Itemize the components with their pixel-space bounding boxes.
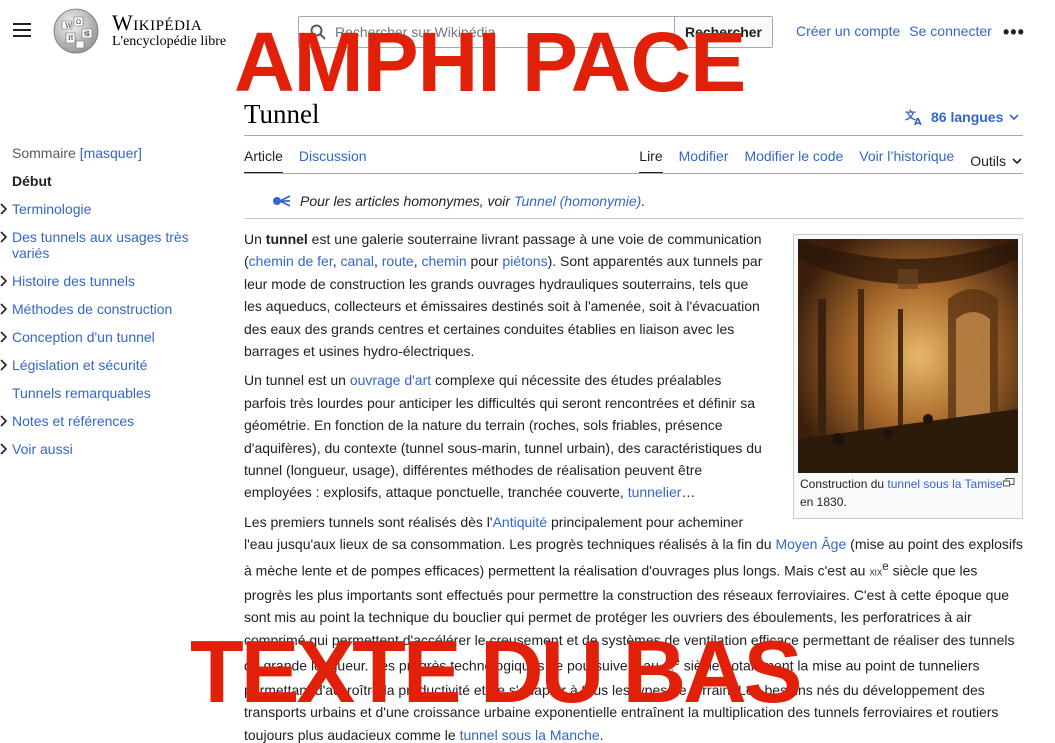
toc-hide-toggle[interactable]: [masquer] [80, 145, 142, 161]
toc-heading: Sommaire [masquer] [0, 145, 200, 161]
chevron-down-icon [1012, 158, 1022, 165]
wikipedia-globe-logo[interactable]: W Ω 維 И [52, 7, 100, 55]
view-tabs: Lire Modifier Modifier le code Voir l’hi… [639, 148, 1022, 174]
caption-suffix: en 1830. [800, 495, 847, 509]
overlay-title-text: AMPHI PACE [234, 15, 746, 109]
toc-item-methodes[interactable]: Méthodes de construction [0, 301, 200, 317]
toc-item-label[interactable]: Législation et sécurité [12, 357, 147, 373]
svg-text:A: A [914, 117, 922, 126]
thames-tunnel-construction-image[interactable] [798, 239, 1018, 473]
toc-item-label[interactable]: Conception d'un tunnel [12, 329, 155, 345]
text-run: complexe qui nécessite des études préala… [244, 372, 762, 501]
toc-item-terminologie[interactable]: Terminologie [0, 201, 200, 217]
bold-term: tunnel [265, 231, 308, 247]
tabs-divider [244, 173, 1023, 174]
link-moyen-age[interactable]: Moyen Âge [775, 536, 846, 552]
enlarge-icon[interactable] [1003, 478, 1015, 487]
tab-modifier-code[interactable]: Modifier le code [744, 148, 843, 174]
thumbnail-figure: Construction du tunnel sous la Tamise en… [793, 234, 1023, 519]
toc-item-histoire[interactable]: Histoire des tunnels [0, 273, 200, 289]
login-link[interactable]: Se connecter [909, 23, 992, 39]
text-run: , [332, 253, 341, 270]
tab-article[interactable]: Article [244, 148, 283, 174]
language-count[interactable]: 86 langues [931, 109, 1003, 125]
create-account-link[interactable]: Créer un compte [796, 23, 900, 39]
chevron-right-icon[interactable] [0, 443, 8, 455]
chevron-down-icon [1009, 114, 1019, 121]
text-run: , [373, 253, 382, 270]
tab-discussion[interactable]: Discussion [299, 148, 367, 174]
figure-caption: Construction du tunnel sous la Tamise en… [798, 473, 1018, 514]
link-chemin[interactable]: chemin [421, 253, 466, 269]
chevron-right-icon[interactable] [0, 303, 8, 315]
toc-title: Sommaire [12, 145, 76, 161]
chevron-right-icon[interactable] [0, 415, 8, 427]
chevron-right-icon[interactable] [0, 275, 8, 287]
toc-item-conception[interactable]: Conception d'un tunnel [0, 329, 200, 345]
toc-item-label[interactable]: Terminologie [12, 201, 91, 217]
chevron-right-icon[interactable] [0, 203, 8, 215]
link-tunnelier[interactable]: tunnelier [628, 484, 682, 500]
chevron-right-icon[interactable] [0, 231, 8, 243]
disambiguation-icon [273, 195, 291, 207]
century-numeral: xix [869, 566, 883, 579]
text-run: pour [466, 253, 503, 270]
title-divider [244, 135, 1023, 136]
user-links: Créer un compte Se connecter [796, 23, 992, 39]
toc-item-label[interactable]: Histoire des tunnels [12, 273, 135, 289]
wordmark[interactable]: Wikipédia [112, 10, 202, 36]
more-options-icon[interactable]: ••• [1003, 22, 1025, 43]
overlay-bottom-text: TEXTE DU BAS [190, 622, 802, 721]
tab-modifier[interactable]: Modifier [679, 148, 729, 174]
caption-link[interactable]: tunnel sous la Tamise [887, 477, 1002, 491]
toc-item-label[interactable]: Tunnels remarquables [12, 385, 151, 401]
link-antiquite[interactable]: Antiquité [493, 514, 547, 530]
toc-item-remarquables[interactable]: Tunnels remarquables [0, 385, 200, 401]
tagline: L'encyclopédie libre [112, 34, 227, 49]
toc-item-debut[interactable]: Début [0, 173, 200, 189]
tab-lire[interactable]: Lire [639, 148, 663, 174]
link-route[interactable]: route [382, 253, 414, 269]
svg-text:И: И [68, 35, 73, 42]
svg-text:維: 維 [84, 30, 90, 38]
hatnote-text: Pour les articles homonymes, voir [300, 193, 514, 209]
namespace-tabs: Article Discussion [244, 148, 367, 174]
link-ouvrage-dart[interactable]: ouvrage d'art [350, 372, 431, 388]
toc-item-label[interactable]: Des tunnels aux usages très variés [12, 229, 189, 261]
toc-item-usages[interactable]: Des tunnels aux usages très variés [0, 229, 200, 261]
hatnote-suffix: . [641, 193, 646, 209]
toc-item-notes[interactable]: Notes et références [0, 413, 200, 429]
disambiguation-hatnote: Pour les articles homonymes, voir Tunnel… [272, 193, 645, 209]
link-chemin-de-fer[interactable]: chemin de fer [249, 253, 333, 269]
toc-item-label[interactable]: Voir aussi [12, 441, 73, 457]
text-run: . [599, 726, 604, 743]
text-run: Un [244, 231, 266, 247]
main-menu-button[interactable] [13, 23, 31, 37]
table-of-contents: Sommaire [masquer] Début Terminologie De… [0, 145, 200, 469]
text-run: … [681, 484, 696, 501]
translate-icon: 文 A [905, 108, 922, 126]
toc-item-voir-aussi[interactable]: Voir aussi [0, 441, 200, 457]
homonymie-link[interactable]: Tunnel (homonymie) [514, 193, 641, 209]
tools-menu[interactable]: Outils [970, 148, 1022, 174]
svg-text:Ω: Ω [76, 19, 81, 26]
link-tunnel-sous-la-manche[interactable]: tunnel sous la Manche [460, 727, 600, 743]
chevron-right-icon[interactable] [0, 359, 8, 371]
toc-item-label[interactable]: Méthodes de construction [12, 301, 172, 317]
svg-text:W: W [65, 22, 73, 30]
hatnote-divider [244, 218, 1023, 219]
text-run: Les premiers tunnels sont réalisés dès l… [244, 513, 493, 530]
chevron-right-icon[interactable] [0, 331, 8, 343]
caption-text: Construction du [800, 477, 888, 491]
text-run: Un tunnel est un [244, 372, 350, 389]
toc-item-label[interactable]: Notes et références [12, 413, 134, 429]
tools-label[interactable]: Outils [970, 153, 1006, 169]
link-pietons[interactable]: piétons [502, 253, 547, 269]
toc-item-legislation[interactable]: Législation et sécurité [0, 357, 200, 373]
tab-historique[interactable]: Voir l’historique [859, 148, 954, 174]
language-selector[interactable]: 文 A 86 langues [905, 108, 1019, 126]
link-canal[interactable]: canal [341, 253, 374, 269]
